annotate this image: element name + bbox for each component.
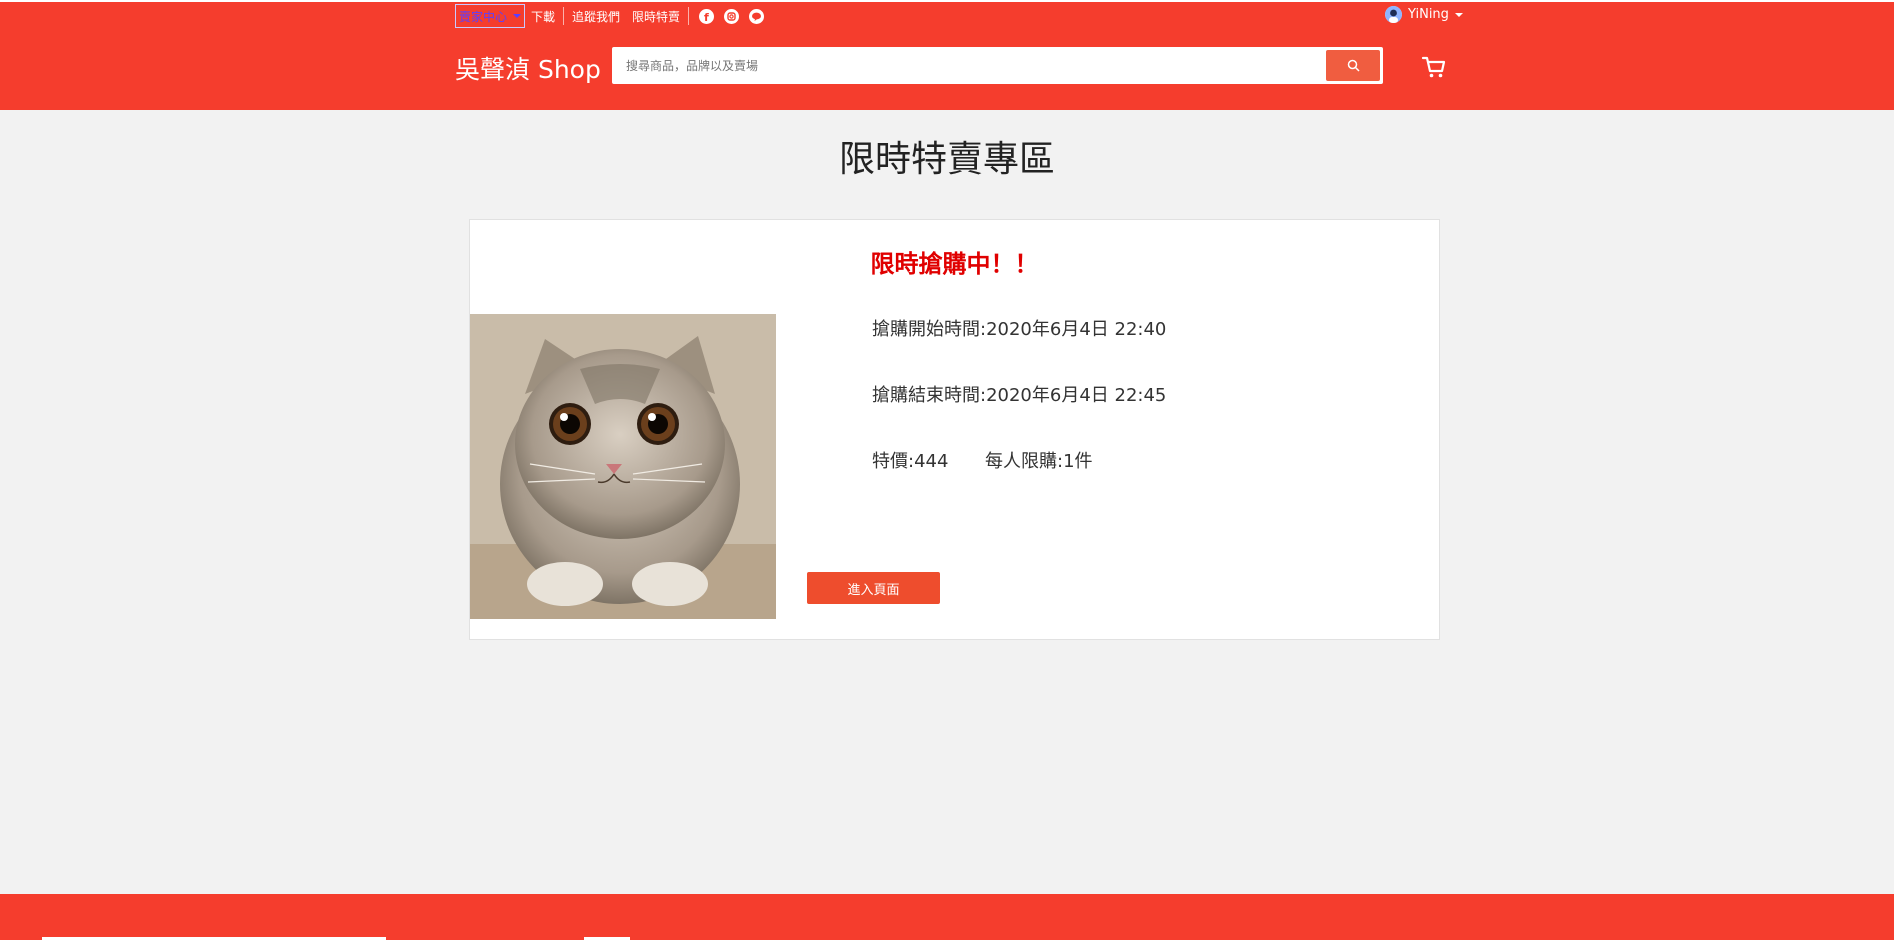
sale-end-time: 搶購結束時間:2020年6月4日 22:45	[872, 385, 1167, 406]
search-button[interactable]	[1326, 50, 1380, 81]
footer	[0, 894, 1894, 940]
page-title: 限時特賣專區	[838, 139, 1055, 180]
top-header: 賣家中心 下載 追蹤我們 限時特賣 f YiNing 吳聲湞 Shop	[0, 0, 1894, 110]
enter-page-button[interactable]: 進入頁面	[807, 572, 940, 604]
flash-sale-status: 限時搶購中！！	[870, 250, 1039, 278]
chevron-down-icon	[1454, 12, 1463, 17]
sale-start-time: 搶購開始時間:2020年6月4日 22:40	[872, 319, 1167, 340]
download-link[interactable]: 下載	[525, 5, 561, 27]
sale-price: 特價:444	[872, 451, 949, 472]
user-menu[interactable]: YiNing	[1385, 6, 1463, 23]
follow-us-label: 追蹤我們	[572, 9, 621, 24]
search-icon	[1347, 59, 1360, 72]
search-bar	[612, 47, 1383, 84]
seller-center-label: 賣家中心	[459, 9, 508, 24]
svg-text:f: f	[704, 11, 709, 24]
facebook-icon[interactable]: f	[699, 8, 715, 24]
chevron-down-icon	[513, 14, 522, 18]
avatar	[1385, 6, 1402, 23]
shop-logo[interactable]: 吳聲湞 Shop	[455, 50, 601, 86]
top-strip	[0, 0, 1894, 2]
purchase-limit: 每人限購:1件	[985, 451, 1093, 472]
seller-center-link[interactable]: 賣家中心	[455, 4, 526, 28]
flash-sale-card: 限時搶購中！！ 搶購開始時間:2020年6月4日 22:40 搶購結束時間:20…	[469, 219, 1440, 640]
search-input[interactable]	[624, 49, 1326, 82]
product-image[interactable]	[470, 314, 776, 619]
divider	[688, 7, 690, 25]
instagram-icon[interactable]	[724, 8, 740, 24]
cart-icon	[1421, 56, 1446, 78]
top-navigation: 賣家中心 下載 追蹤我們 限時特賣 f	[455, 4, 765, 28]
social-links: f	[691, 8, 765, 24]
cart-button[interactable]	[1421, 55, 1447, 79]
line-icon[interactable]	[749, 8, 765, 24]
flash-sale-link[interactable]: 限時特賣	[626, 5, 686, 27]
divider	[563, 7, 565, 25]
username: YiNing	[1408, 7, 1449, 22]
